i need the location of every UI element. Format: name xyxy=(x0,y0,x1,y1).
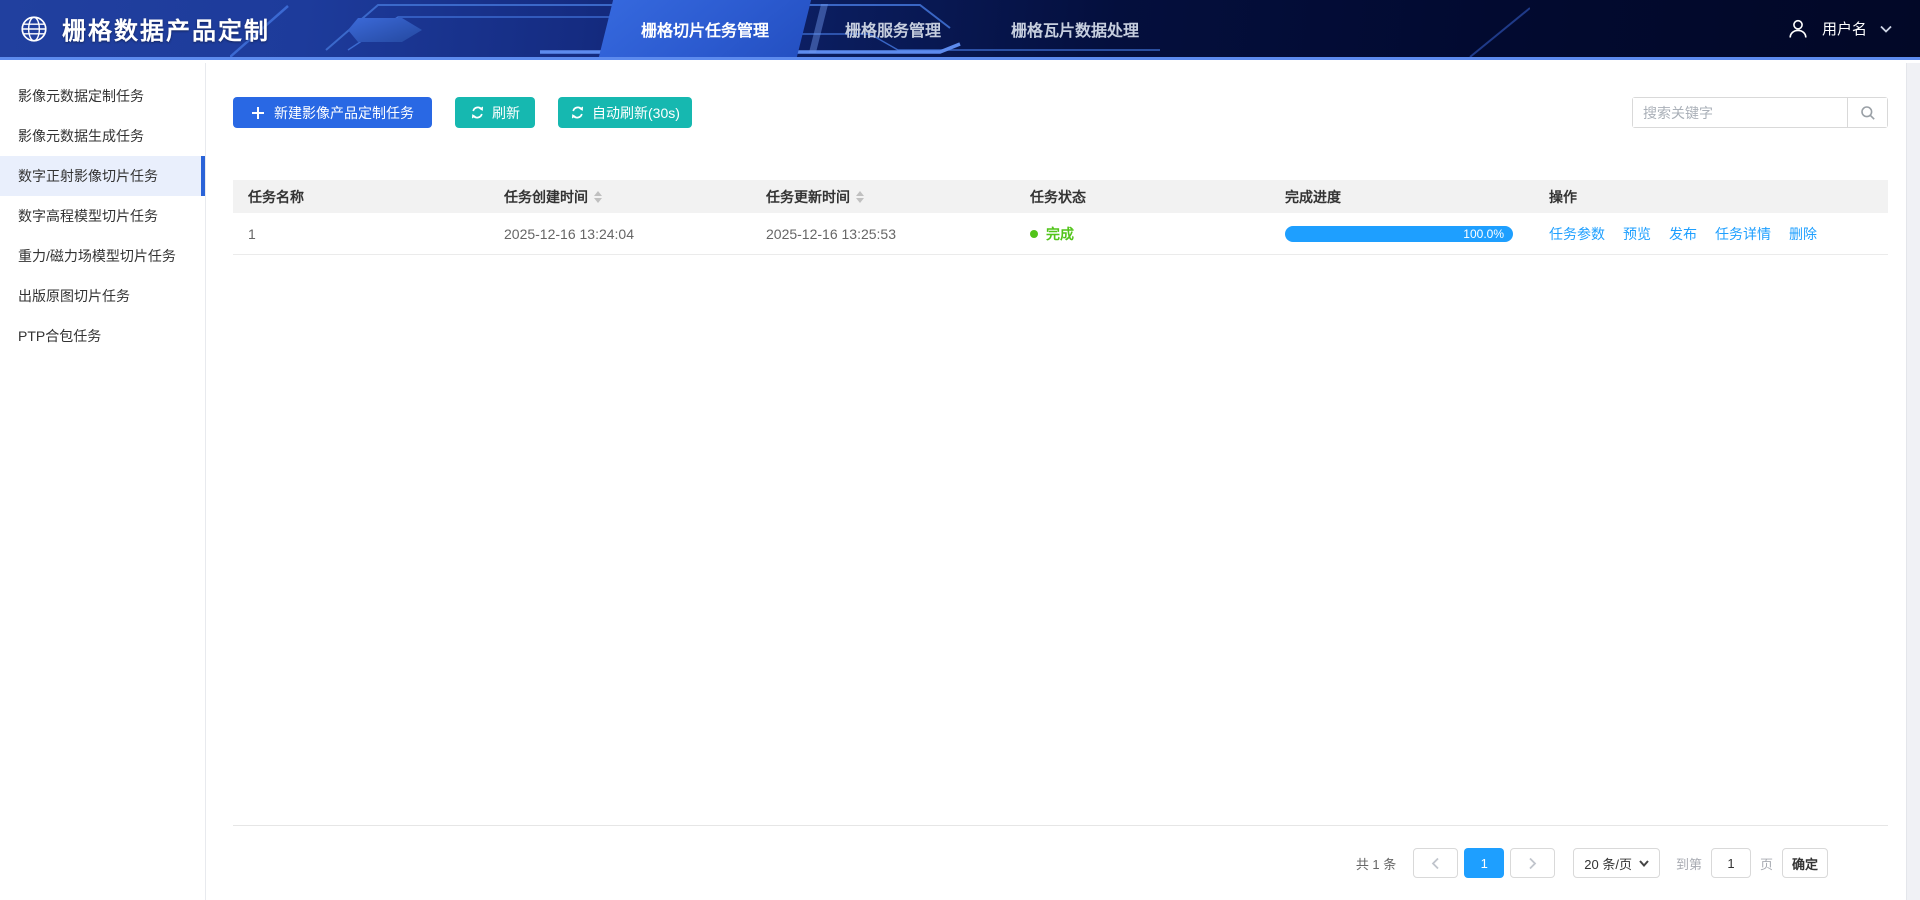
sort-caret-icon[interactable] xyxy=(856,191,864,203)
sidebar-item-image-metadata-generate-task[interactable]: 影像元数据生成任务 xyxy=(0,116,205,156)
user-menu[interactable]: 用户名 xyxy=(1787,0,1892,57)
plus-icon xyxy=(251,106,265,120)
vertical-scrollbar[interactable] xyxy=(1906,63,1920,900)
tab-raster-tile-data-processing[interactable]: 栅格瓦片数据处理 xyxy=(976,0,1174,57)
task-table: 任务名称 任务创建时间 任务更新时间 任务状态 完成进度 操作 1 xyxy=(233,180,1888,255)
globe-logo-icon xyxy=(18,13,50,45)
action-delete[interactable]: 删除 xyxy=(1789,224,1817,244)
column-task-status: 任务状态 xyxy=(1015,187,1270,207)
cell-actions: 任务参数 预览 发布 任务详情 删除 xyxy=(1534,224,1888,244)
user-name: 用户名 xyxy=(1822,18,1867,39)
action-publish[interactable]: 发布 xyxy=(1669,224,1697,244)
column-updated-time: 任务更新时间 xyxy=(751,187,1015,207)
chevron-down-icon xyxy=(1639,860,1649,867)
cell-created-time: 2025-12-16 13:24:04 xyxy=(489,226,751,242)
row-actions: 任务参数 预览 发布 任务详情 删除 xyxy=(1549,224,1817,244)
auto-refresh-button[interactable]: 自动刷新(30s) xyxy=(558,97,692,128)
goto-page-suffix: 页 xyxy=(1760,854,1773,873)
refresh-button[interactable]: 刷新 xyxy=(455,97,535,128)
search-button[interactable] xyxy=(1847,98,1887,127)
column-task-name: 任务名称 xyxy=(233,187,489,207)
action-task-details[interactable]: 任务详情 xyxy=(1715,224,1771,244)
progress-bar: 100.0% xyxy=(1285,226,1513,242)
pagination-bar: 共 1 条 1 20 条/页 到第 页 确定 xyxy=(233,825,1888,892)
action-preview[interactable]: 预览 xyxy=(1623,224,1651,244)
cell-updated-time: 2025-12-16 13:25:53 xyxy=(751,226,1015,242)
pagination-total: 共 1 条 xyxy=(1356,854,1396,873)
chevron-left-icon xyxy=(1431,857,1440,870)
table-header-row: 任务名称 任务创建时间 任务更新时间 任务状态 完成进度 操作 xyxy=(233,180,1888,213)
cell-task-name: 1 xyxy=(233,226,489,242)
main-content: 新建影像产品定制任务 刷新 自动刷新(30s) xyxy=(207,63,1920,900)
sidebar-item-dom-slice-task[interactable]: 数字正射影像切片任务 xyxy=(0,156,205,196)
chevron-right-icon xyxy=(1528,857,1537,870)
column-actions: 操作 xyxy=(1534,187,1888,207)
main-nav: 栅格切片任务管理 栅格服务管理 栅格瓦片数据处理 xyxy=(600,0,1174,57)
sidebar-item-published-map-slice-task[interactable]: 出版原图切片任务 xyxy=(0,276,205,316)
prev-page-button[interactable] xyxy=(1413,848,1458,878)
status-text: 完成 xyxy=(1046,224,1074,244)
refresh-icon xyxy=(470,105,485,120)
cell-task-status: 完成 xyxy=(1015,224,1270,244)
chevron-down-icon xyxy=(1880,25,1892,33)
app-logo: 栅格数据产品定制 xyxy=(0,11,270,46)
app-header: 栅格数据产品定制 栅格切片任务管理 栅格服务管理 栅格瓦片数据处理 用户名 xyxy=(0,0,1920,60)
confirm-page-button[interactable]: 确定 xyxy=(1782,848,1828,878)
search-input[interactable] xyxy=(1633,98,1847,127)
progress-percent: 100.0% xyxy=(1463,226,1504,242)
sidebar-item-gravity-magnetic-slice-task[interactable]: 重力/磁力场模型切片任务 xyxy=(0,236,205,276)
action-task-params[interactable]: 任务参数 xyxy=(1549,224,1605,244)
goto-page-prefix: 到第 xyxy=(1676,854,1702,873)
search-box xyxy=(1632,97,1888,128)
user-icon xyxy=(1787,18,1809,40)
table-row: 1 2025-12-16 13:24:04 2025-12-16 13:25:5… xyxy=(233,213,1888,255)
sidebar-item-image-metadata-custom-task[interactable]: 影像元数据定制任务 xyxy=(0,76,205,116)
sort-caret-icon[interactable] xyxy=(594,191,602,203)
tab-raster-slice-task-management[interactable]: 栅格切片任务管理 xyxy=(600,0,810,57)
column-progress: 完成进度 xyxy=(1270,187,1534,207)
sidebar-item-ptp-package-task[interactable]: PTP合包任务 xyxy=(0,316,205,356)
page-size-select[interactable]: 20 条/页 xyxy=(1573,848,1660,878)
search-icon xyxy=(1860,105,1876,121)
next-page-button[interactable] xyxy=(1510,848,1555,878)
sidebar-item-dem-slice-task[interactable]: 数字高程模型切片任务 xyxy=(0,196,205,236)
app-title: 栅格数据产品定制 xyxy=(62,11,270,46)
cell-progress: 100.0% xyxy=(1270,226,1534,242)
toolbar: 新建影像产品定制任务 刷新 自动刷新(30s) xyxy=(233,97,1888,128)
new-task-button[interactable]: 新建影像产品定制任务 xyxy=(233,97,432,128)
current-page-button[interactable]: 1 xyxy=(1464,848,1504,878)
sidebar: 影像元数据定制任务 影像元数据生成任务 数字正射影像切片任务 数字高程模型切片任… xyxy=(0,63,206,900)
column-created-time: 任务创建时间 xyxy=(489,187,751,207)
refresh-icon xyxy=(570,105,585,120)
status-dot xyxy=(1030,230,1038,238)
tab-raster-service-management[interactable]: 栅格服务管理 xyxy=(810,0,976,57)
goto-page-input[interactable] xyxy=(1711,848,1751,878)
